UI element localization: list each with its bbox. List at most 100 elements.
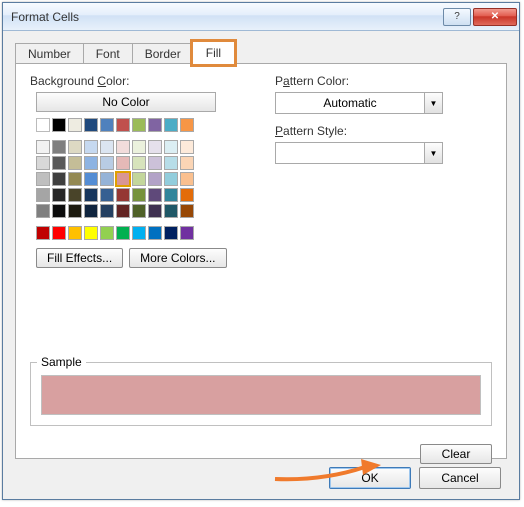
color-swatch[interactable] — [164, 156, 178, 170]
close-icon: ✕ — [491, 11, 499, 22]
format-cells-dialog: Format Cells ? ✕ Number Font Border Fill… — [2, 2, 520, 500]
color-swatch[interactable] — [132, 156, 146, 170]
more-colors-button[interactable]: More Colors... — [129, 248, 226, 268]
pattern-color-combo[interactable]: Automatic ▼ — [275, 92, 443, 114]
tab-label: Number — [28, 47, 71, 61]
color-swatch[interactable] — [100, 172, 114, 186]
color-swatch[interactable] — [52, 118, 66, 132]
color-swatch[interactable] — [68, 226, 82, 240]
color-swatch[interactable] — [132, 226, 146, 240]
cancel-button[interactable]: Cancel — [419, 467, 501, 489]
color-swatch[interactable] — [100, 118, 114, 132]
color-swatch[interactable] — [52, 204, 66, 218]
color-swatch[interactable] — [148, 204, 162, 218]
color-swatch[interactable] — [132, 188, 146, 202]
color-swatch[interactable] — [180, 140, 194, 154]
color-swatch[interactable] — [68, 140, 82, 154]
tabstrip: Number Font Border Fill — [15, 41, 507, 63]
color-swatch[interactable] — [36, 226, 50, 240]
color-swatch[interactable] — [36, 172, 50, 186]
fill-effects-button[interactable]: Fill Effects... — [36, 248, 123, 268]
color-swatch[interactable] — [132, 172, 146, 186]
color-swatch[interactable] — [164, 118, 178, 132]
color-swatch[interactable] — [180, 172, 194, 186]
color-swatch[interactable] — [148, 188, 162, 202]
background-color-section: Background Color: No Color F — [30, 74, 245, 268]
color-swatch[interactable] — [84, 188, 98, 202]
color-swatch[interactable] — [164, 140, 178, 154]
tab-border[interactable]: Border — [132, 43, 194, 64]
color-swatch[interactable] — [132, 140, 146, 154]
color-swatch[interactable] — [36, 118, 50, 132]
color-swatch[interactable] — [116, 118, 130, 132]
color-swatch[interactable] — [36, 188, 50, 202]
sample-group: Sample — [30, 362, 492, 426]
color-swatch[interactable] — [68, 204, 82, 218]
color-swatch[interactable] — [84, 118, 98, 132]
titlebar: Format Cells ? ✕ — [3, 3, 519, 31]
pattern-color-value: Automatic — [276, 96, 424, 110]
tab-label: Border — [145, 47, 181, 61]
pattern-style-label: Pattern Style: — [275, 124, 492, 138]
color-swatch[interactable] — [132, 118, 146, 132]
color-swatch[interactable] — [116, 172, 130, 186]
color-swatch[interactable] — [100, 188, 114, 202]
color-swatch[interactable] — [52, 188, 66, 202]
color-swatch[interactable] — [100, 226, 114, 240]
color-swatch[interactable] — [36, 156, 50, 170]
pattern-section: Pattern Color: Automatic ▼ Pattern Style… — [275, 74, 492, 268]
color-swatch[interactable] — [52, 172, 66, 186]
color-swatch[interactable] — [180, 204, 194, 218]
color-swatch[interactable] — [132, 204, 146, 218]
color-swatch[interactable] — [116, 226, 130, 240]
color-swatch[interactable] — [180, 156, 194, 170]
color-swatch[interactable] — [148, 172, 162, 186]
color-swatch[interactable] — [164, 226, 178, 240]
tabpage-fill: Background Color: No Color F — [15, 63, 507, 459]
color-swatch[interactable] — [68, 156, 82, 170]
ok-button[interactable]: OK — [329, 467, 411, 489]
color-swatch[interactable] — [84, 226, 98, 240]
color-swatch[interactable] — [100, 140, 114, 154]
color-swatch[interactable] — [164, 188, 178, 202]
tab-number[interactable]: Number — [15, 43, 84, 64]
color-swatch[interactable] — [116, 188, 130, 202]
color-swatch[interactable] — [148, 140, 162, 154]
color-swatch[interactable] — [36, 140, 50, 154]
color-swatch[interactable] — [180, 118, 194, 132]
color-swatch[interactable] — [164, 204, 178, 218]
color-swatch[interactable] — [84, 204, 98, 218]
tab-font[interactable]: Font — [83, 43, 133, 64]
color-swatch[interactable] — [116, 140, 130, 154]
cancel-label: Cancel — [441, 471, 478, 485]
color-swatch[interactable] — [164, 172, 178, 186]
color-swatch[interactable] — [52, 226, 66, 240]
ok-label: OK — [361, 471, 378, 485]
color-swatch[interactable] — [84, 156, 98, 170]
pattern-style-combo[interactable]: ▼ — [275, 142, 443, 164]
color-swatch[interactable] — [68, 172, 82, 186]
color-swatch[interactable] — [100, 156, 114, 170]
chevron-down-icon: ▼ — [424, 93, 442, 113]
chevron-down-icon: ▼ — [424, 143, 442, 163]
color-swatch[interactable] — [148, 156, 162, 170]
color-swatch[interactable] — [68, 118, 82, 132]
help-button[interactable]: ? — [443, 8, 471, 26]
close-button[interactable]: ✕ — [473, 8, 517, 26]
color-swatch[interactable] — [52, 140, 66, 154]
color-swatch[interactable] — [84, 172, 98, 186]
color-swatch[interactable] — [100, 204, 114, 218]
color-swatch[interactable] — [68, 188, 82, 202]
color-swatch[interactable] — [116, 204, 130, 218]
color-swatch[interactable] — [84, 140, 98, 154]
color-swatch[interactable] — [36, 204, 50, 218]
color-swatch[interactable] — [180, 188, 194, 202]
color-swatch[interactable] — [116, 156, 130, 170]
color-swatch[interactable] — [180, 226, 194, 240]
no-color-button[interactable]: No Color — [36, 92, 216, 112]
color-swatch[interactable] — [148, 226, 162, 240]
tab-fill[interactable]: Fill — [193, 42, 234, 64]
color-swatch[interactable] — [148, 118, 162, 132]
tab-label: Fill — [206, 46, 221, 60]
color-swatch[interactable] — [52, 156, 66, 170]
